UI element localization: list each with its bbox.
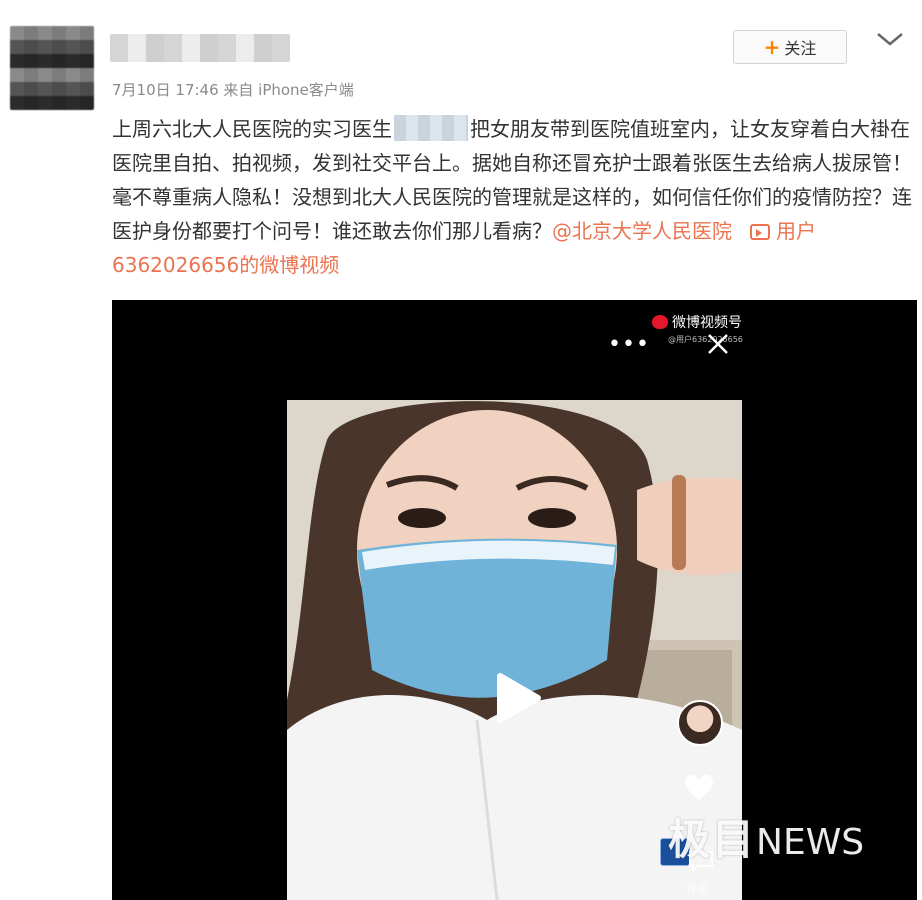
post-meta: 7月10日 17:46 来自 iPhone客户端 [112,81,354,99]
follow-label: 关注 [784,39,817,58]
video-icon [750,224,770,240]
username-blurred[interactable] [110,34,290,62]
watermark: 极目NEWS [668,806,864,867]
brand-label: 微博视频号 [672,315,742,331]
weibo-video-brand: 微博视频号 [652,312,742,332]
watermark-en: NEWS [756,822,865,863]
more-icon[interactable]: ••• [608,332,650,357]
close-icon[interactable] [706,332,730,356]
post-text-part1: 上周六北大人民医院的实习医生 [112,117,392,141]
creator-avatar[interactable] [677,700,723,746]
weibo-logo-icon [652,315,668,329]
plus-icon: + [763,35,781,59]
censored-name [394,115,468,141]
comment-label: 评论 [686,882,708,895]
post-text: 上周六北大人民医院的实习医生 把女朋友带到医院值班室内，让女友穿着白大褂在医院里自… [112,112,912,282]
mention-link[interactable]: @北京大学人民医院 [552,219,732,243]
follow-button[interactable]: + 关注 [733,30,847,64]
play-icon[interactable] [488,670,544,726]
heart-icon[interactable] [684,774,714,802]
watermark-cn: 极目 [668,815,757,864]
chevron-down-icon[interactable] [872,28,908,50]
avatar[interactable] [10,26,94,110]
